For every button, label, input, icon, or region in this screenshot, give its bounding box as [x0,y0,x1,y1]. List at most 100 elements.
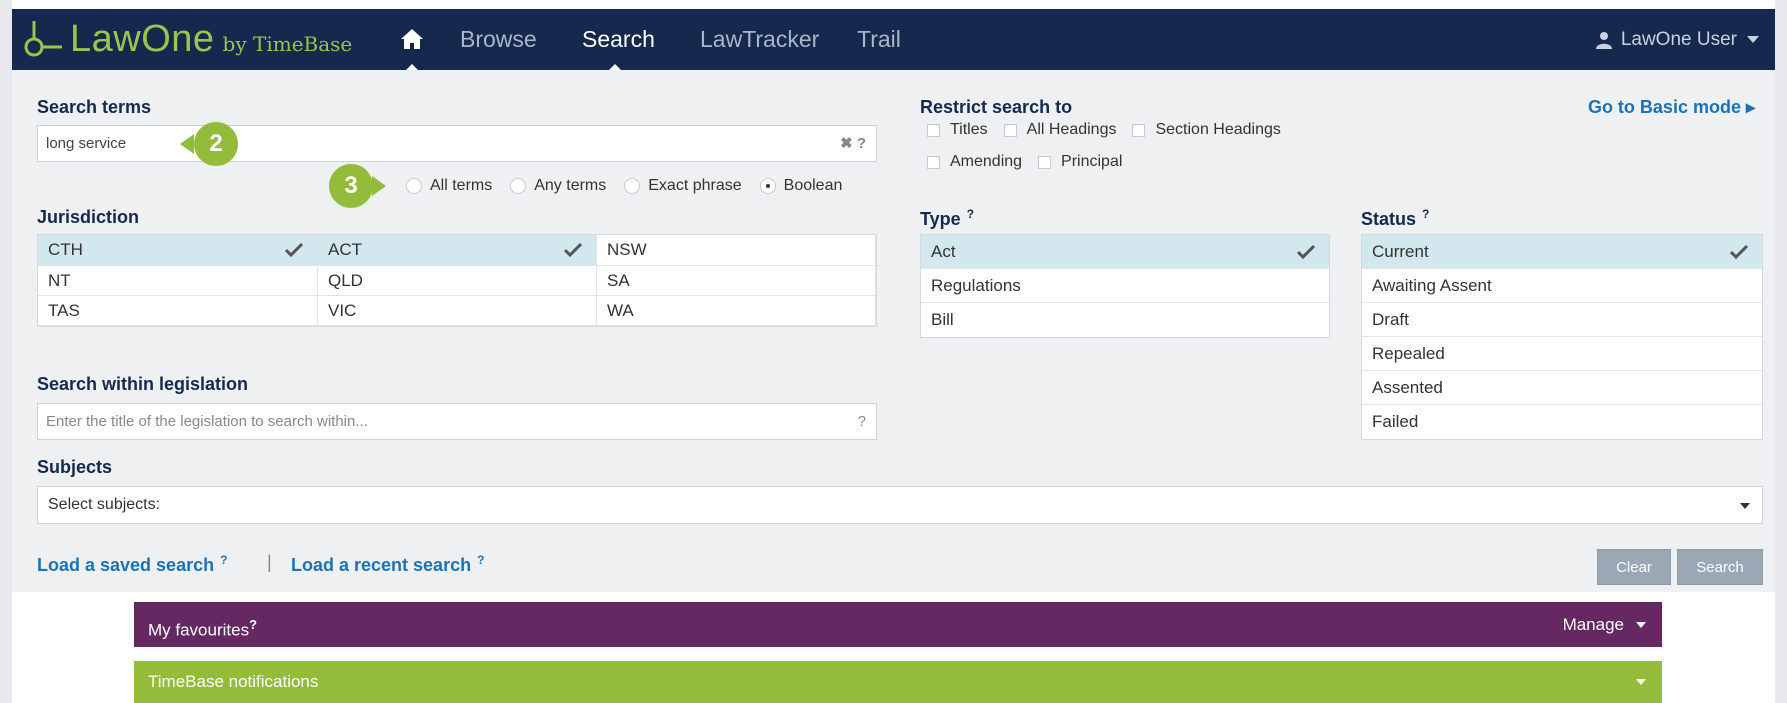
search-terms-input[interactable]: long service ✖ ? [37,125,877,162]
help-icon[interactable]: ? [220,553,227,567]
cell-label: ACT [328,240,362,259]
search-panel: Search terms long service ✖ ? 2 3 All te… [12,70,1775,592]
link-label: Load a recent search [291,555,472,575]
radio-label: All terms [430,177,493,194]
jurisdiction-cth[interactable]: CTH [38,235,318,266]
type-list: Act Regulations Bill [920,234,1330,338]
checkbox-amending[interactable]: Amending [927,153,1022,171]
checkbox-icon [1003,123,1017,137]
jurisdiction-nsw[interactable]: NSW [597,235,876,266]
load-saved-search-link[interactable]: Load a saved search? [37,553,227,576]
subjects-select[interactable]: Select subjects: [37,486,1763,524]
lawone-logo-icon [24,21,62,57]
search-terms-label: Search terms [37,97,152,117]
favourites-title: My favourites [148,620,250,640]
checkbox-icon [927,155,940,169]
jurisdiction-act[interactable]: ACT [318,235,597,266]
nav-lawtracker[interactable]: LawTracker [700,9,819,70]
checkbox-label: Amending [950,153,1023,170]
radio-label: Boolean [783,177,843,194]
status-repealed[interactable]: Repealed [1362,337,1762,371]
brand-logo[interactable]: LawOne by TimeBase [20,17,352,61]
cell-label: CTH [48,240,83,259]
checkbox-icon [1038,155,1052,169]
callout-badge-2: 2 [194,122,238,166]
type-label: Type? [920,207,974,230]
type-act[interactable]: Act [921,235,1329,269]
checkbox-label: Section Headings [1155,121,1281,138]
status-assented[interactable]: Assented [1362,371,1762,405]
jurisdiction-wa[interactable]: WA [597,296,876,326]
home-icon[interactable] [400,28,424,50]
status-current[interactable]: Current [1362,235,1762,269]
manage-dropdown[interactable]: Manage [1563,602,1646,647]
match-options: All terms Any terms Exact phrase Boolean [406,177,860,195]
chevron-down-icon [1747,36,1759,43]
search-button[interactable]: Search [1677,549,1763,585]
clear-help-icon[interactable]: ✖ ? [840,126,866,161]
list-item-label: Bill [931,310,954,329]
list-item-label: Assented [1372,378,1443,397]
restrict-options-row-1: Titles All Headings Section Headings [927,121,1297,139]
notifications-toggle[interactable] [1624,661,1646,703]
checkbox-principal[interactable]: Principal [1038,153,1122,171]
checkbox-icon [927,123,940,137]
radio-all-terms[interactable]: All terms [406,177,492,195]
cell-label: SA [607,270,630,290]
jurisdiction-vic[interactable]: VIC [318,296,597,326]
subjects-label: Subjects [37,457,113,477]
radio-icon [510,178,527,194]
basic-mode-link[interactable]: Go to Basic mode ▸ [1588,97,1755,118]
search-terms-value: long service [46,135,127,152]
type-label-text: Type [920,209,961,229]
status-draft[interactable]: Draft [1362,303,1762,337]
list-item-label: Current [1372,242,1429,261]
nav-browse[interactable]: Browse [460,9,537,70]
status-list: Current Awaiting Assent Draft Repealed A… [1361,234,1763,440]
notifications-panel-header[interactable]: TimeBase notifications [134,661,1662,703]
favourites-panel-header[interactable]: My favourites? Manage [134,602,1662,647]
cell-label: NT [48,270,71,290]
radio-any-terms[interactable]: Any terms [510,177,606,195]
user-icon [1595,31,1612,49]
status-label-text: Status [1361,209,1417,229]
nav-trail[interactable]: Trail [857,9,901,70]
status-awaiting-assent[interactable]: Awaiting Assent [1362,269,1762,303]
type-regulations[interactable]: Regulations [921,269,1329,303]
jurisdiction-qld[interactable]: QLD [318,266,597,296]
user-name: LawOne User [1620,29,1737,50]
list-item-label: Awaiting Assent [1372,276,1492,295]
nav-search[interactable]: Search [582,9,655,70]
checkbox-titles[interactable]: Titles [927,121,988,139]
cell-label: WA [607,300,634,320]
jurisdiction-nt[interactable]: NT [38,266,318,296]
checkbox-icon [1132,123,1146,137]
radio-boolean[interactable]: Boolean [759,177,843,195]
load-recent-search-link[interactable]: Load a recent search? [291,553,484,576]
checkbox-section-headings[interactable]: Section Headings [1132,121,1281,139]
radio-icon [406,178,422,194]
list-item-label: Failed [1372,412,1419,431]
callout-badge-3: 3 [329,164,373,208]
manage-label: Manage [1562,615,1624,634]
jurisdiction-sa[interactable]: SA [597,266,876,296]
help-icon[interactable]: ? [1422,207,1429,221]
radio-selected-icon [759,178,776,194]
help-icon[interactable]: ? [477,553,484,567]
type-bill[interactable]: Bill [921,303,1329,337]
user-menu[interactable]: LawOne User [1595,9,1759,70]
list-item-label: Draft [1372,310,1409,329]
help-icon[interactable]: ? [858,404,866,439]
radio-exact-phrase[interactable]: Exact phrase [624,177,742,195]
check-icon [564,243,582,257]
help-icon[interactable]: ? [967,207,974,221]
help-icon[interactable]: ? [249,617,257,632]
checkbox-label: All Headings [1026,121,1117,138]
radio-label: Exact phrase [648,177,742,194]
status-failed[interactable]: Failed [1362,405,1762,439]
clear-button[interactable]: Clear [1597,549,1671,585]
checkbox-all-headings[interactable]: All Headings [1003,121,1117,139]
search-within-input[interactable]: Enter the title of the legislation to se… [37,403,877,440]
search-within-label: Search within legislation [37,374,249,394]
jurisdiction-tas[interactable]: TAS [38,296,318,326]
